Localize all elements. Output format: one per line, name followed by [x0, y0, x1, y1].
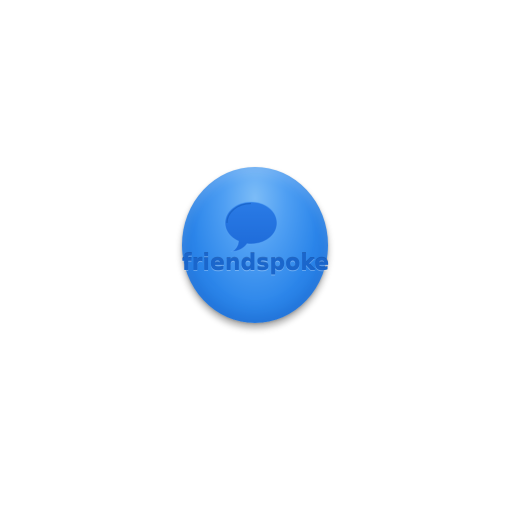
brand-wordmark: friendspoke — [182, 251, 330, 276]
chat-bubble-icon — [222, 199, 280, 254]
friendspoke-app-icon[interactable]: friendspoke — [182, 167, 330, 323]
canvas: friendspoke — [0, 0, 512, 512]
